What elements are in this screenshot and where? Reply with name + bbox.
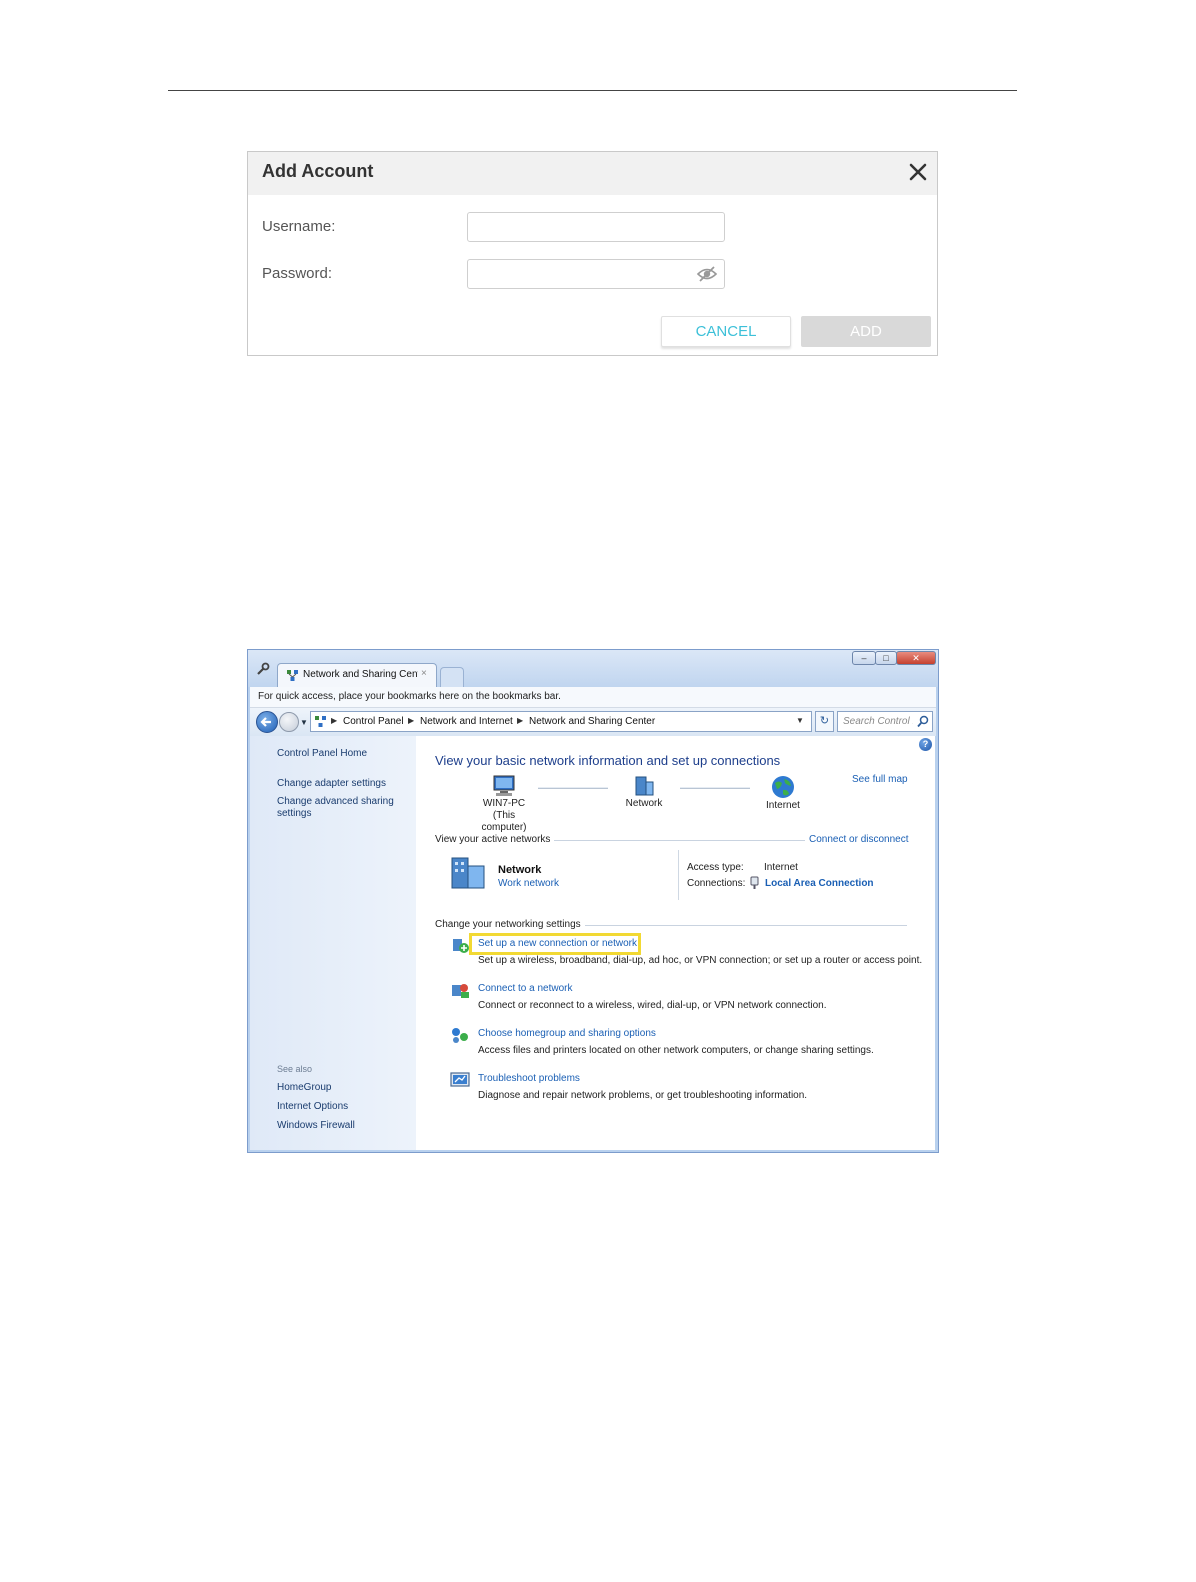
minimize-button[interactable]: – — [852, 651, 876, 665]
window-caption-buttons: – □ ✕ — [852, 651, 936, 666]
breadcrumb-network-sharing[interactable]: Network and Sharing Center — [529, 716, 655, 727]
add-account-dialog: Add Account Username: Password: CANCEL A… — [247, 151, 938, 356]
connect-network-icon — [449, 980, 471, 1000]
map-node-internet-name: Internet — [766, 800, 800, 811]
access-type-value: Internet — [764, 862, 798, 873]
network-building-icon — [448, 854, 490, 890]
local-area-connection-link[interactable]: Local Area Connection — [765, 878, 874, 889]
navigation-bar: ▼ ▶ Control Panel ▶ Network and Internet… — [250, 708, 936, 736]
bookmarks-bar: For quick access, place your bookmarks h… — [250, 687, 936, 708]
active-network-type-link[interactable]: Work network — [498, 878, 559, 889]
breadcrumb-arrow-icon: ▶ — [408, 716, 415, 725]
homegroup-sharing-desc: Access files and printers located on oth… — [478, 1045, 874, 1056]
dialog-header: Add Account — [248, 152, 937, 195]
left-sidebar: Control Panel Home Change adapter settin… — [250, 736, 416, 1150]
search-icon[interactable] — [917, 715, 929, 728]
help-icon[interactable]: ? — [919, 738, 932, 751]
add-button[interactable]: ADD — [801, 316, 931, 347]
new-tab-button[interactable] — [440, 667, 464, 687]
back-button[interactable] — [256, 711, 278, 733]
map-connector-line — [538, 787, 608, 789]
connections-label: Connections: — [687, 878, 746, 889]
close-icon[interactable] — [907, 161, 929, 183]
refresh-button[interactable]: ↻ — [815, 711, 834, 732]
username-input[interactable] — [467, 212, 725, 242]
troubleshoot-desc: Diagnose and repair network problems, or… — [478, 1090, 808, 1101]
troubleshoot-link[interactable]: Troubleshoot problems — [478, 1073, 580, 1084]
vertical-divider — [678, 850, 679, 900]
eye-slash-icon[interactable] — [696, 264, 718, 284]
breadcrumb-arrow-icon: ▶ — [517, 716, 524, 725]
main-content: ? View your basic network information an… — [416, 736, 935, 1150]
globe-icon — [769, 774, 797, 800]
troubleshoot-icon — [449, 1070, 471, 1090]
network-icon — [630, 774, 658, 798]
map-node-network[interactable]: Network — [614, 774, 674, 810]
forward-button[interactable] — [279, 712, 299, 732]
dialog-title: Add Account — [262, 161, 374, 181]
control-panel-icon — [314, 715, 327, 728]
map-connector-line — [680, 787, 750, 789]
map-node-internet[interactable]: Internet — [753, 774, 813, 812]
connect-network-link[interactable]: Connect to a network — [478, 983, 573, 994]
tab-label: Network and Sharing Center — [303, 669, 418, 680]
search-placeholder: Search Control Panel — [843, 716, 913, 727]
breadcrumb-network-internet[interactable]: Network and Internet — [420, 716, 513, 727]
page-top-rule — [168, 90, 1017, 91]
see-also-heading: See also — [277, 1064, 313, 1074]
computer-icon — [490, 774, 518, 798]
active-networks-label: View your active networks — [435, 834, 555, 845]
sidebar-item-windows-firewall[interactable]: Windows Firewall — [277, 1120, 355, 1132]
tab-network-sharing[interactable]: Network and Sharing Center × — [277, 663, 437, 687]
homegroup-icon — [449, 1025, 471, 1045]
network-center-icon — [286, 669, 299, 682]
password-input[interactable] — [467, 259, 725, 289]
bookmarks-hint: For quick access, place your bookmarks h… — [258, 691, 561, 702]
breadcrumb-arrow-icon: ▶ — [331, 716, 338, 725]
sidebar-item-change-adapter[interactable]: Change adapter settings — [277, 778, 386, 790]
password-label: Password: — [262, 265, 333, 282]
ethernet-icon — [750, 876, 759, 889]
sidebar-item-homegroup[interactable]: HomeGroup — [277, 1082, 331, 1094]
sidebar-item-change-advanced-sharing-cont[interactable]: settings — [277, 808, 311, 820]
maximize-button[interactable]: □ — [875, 651, 897, 665]
new-connection-icon — [449, 935, 471, 955]
tab-close-icon[interactable]: × — [421, 668, 427, 679]
homegroup-sharing-link[interactable]: Choose homegroup and sharing options — [478, 1028, 656, 1039]
sidebar-item-internet-options[interactable]: Internet Options — [277, 1101, 348, 1113]
see-full-map-link[interactable]: See full map — [852, 774, 908, 785]
map-node-computer-name: WIN7-PC — [482, 798, 526, 809]
map-node-network-name: Network — [625, 798, 663, 809]
cancel-button[interactable]: CANCEL — [661, 316, 791, 347]
close-window-button[interactable]: ✕ — [896, 651, 936, 665]
sidebar-item-change-advanced-sharing[interactable]: Change advanced sharing — [277, 796, 394, 808]
change-settings-label: Change your networking settings — [435, 919, 585, 930]
username-label: Username: — [262, 218, 336, 235]
address-dropdown-icon[interactable]: ▼ — [796, 716, 804, 725]
wrench-icon[interactable] — [256, 662, 270, 676]
search-input[interactable]: Search Control Panel — [837, 711, 933, 732]
setup-new-connection-desc: Set up a wireless, broadband, dial-up, a… — [478, 955, 923, 966]
map-node-computer[interactable]: WIN7-PC (This computer) — [474, 774, 534, 834]
active-network-name: Network — [498, 864, 542, 876]
browser-window: Network and Sharing Center × – □ ✕ For q… — [247, 649, 939, 1153]
address-bar[interactable]: ▶ Control Panel ▶ Network and Internet ▶… — [310, 711, 812, 732]
map-node-computer-sub: (This computer) — [481, 810, 527, 833]
sidebar-item-control-panel-home[interactable]: Control Panel Home — [277, 748, 367, 760]
highlight-box — [469, 933, 641, 955]
breadcrumb-control-panel[interactable]: Control Panel — [343, 716, 404, 727]
window-titlebar: Network and Sharing Center × – □ ✕ — [248, 650, 938, 687]
access-type-label: Access type: — [687, 862, 744, 873]
connect-network-desc: Connect or reconnect to a wireless, wire… — [478, 1000, 827, 1011]
connect-disconnect-link[interactable]: Connect or disconnect — [805, 834, 909, 845]
history-dropdown-icon[interactable]: ▼ — [300, 718, 308, 727]
page-title: View your basic network information and … — [435, 753, 781, 768]
